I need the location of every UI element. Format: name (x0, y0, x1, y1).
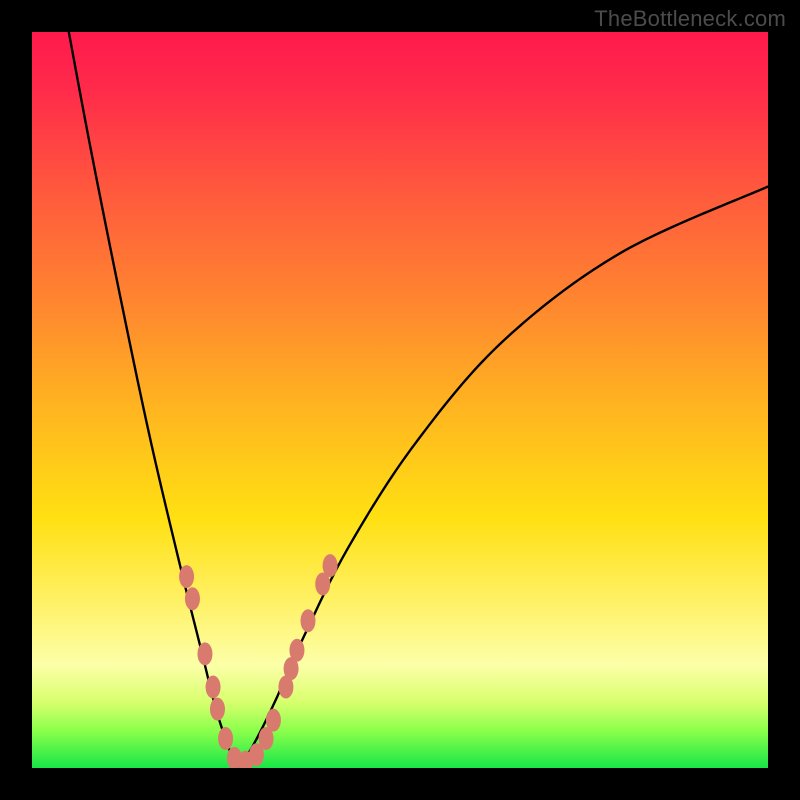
bead-marker (197, 642, 212, 665)
bead-marker (206, 676, 221, 699)
plot-area (32, 32, 768, 768)
chart-frame: TheBottleneck.com (0, 0, 800, 800)
bead-marker (301, 609, 316, 632)
bead-marker (218, 727, 233, 750)
chart-overlay (32, 32, 768, 768)
watermark-text: TheBottleneck.com (594, 6, 786, 32)
bead-marker (266, 709, 281, 732)
bead-marker (179, 565, 194, 588)
bead-marker (289, 639, 304, 662)
bead-marker (323, 554, 338, 577)
bead-marker (210, 698, 225, 721)
curve-left-branch (69, 32, 238, 768)
curve-right-branch (238, 187, 768, 768)
bead-marker (185, 587, 200, 610)
